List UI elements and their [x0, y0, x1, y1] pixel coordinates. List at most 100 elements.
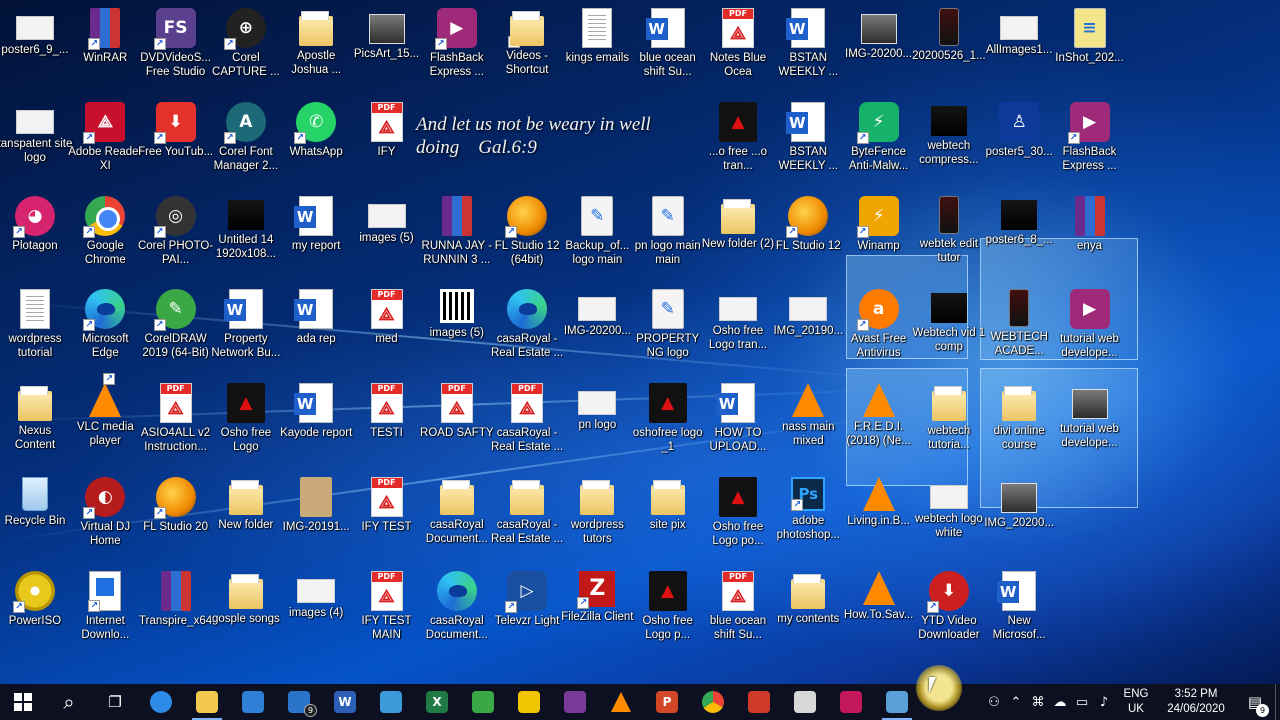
desktop-icon[interactable]: kings emails — [561, 2, 633, 94]
desktop-icon[interactable]: FS ↗ DVDVideoS... Free Studio — [140, 2, 212, 94]
taskbar-powerpoint[interactable]: P — [644, 684, 690, 720]
desktop-icon[interactable]: ▶ tutorial web develope... — [1054, 283, 1126, 375]
desktop-icon[interactable]: IMG_20190... — [772, 283, 844, 375]
desktop-icon[interactable]: wordpress tutors — [561, 471, 633, 563]
desktop-icon[interactable]: Transpire_x64 — [139, 565, 212, 657]
desktop-icon[interactable]: images (5) — [351, 190, 423, 282]
desktop-icon[interactable]: ASIO4ALL v2 Instruction... — [140, 377, 212, 469]
desktop-icon[interactable]: ⚡ ↗ ByteFence Anti-Malw... — [843, 96, 915, 188]
desktop-icon[interactable]: tanspatent site logo — [0, 96, 72, 188]
desktop-icon[interactable]: wordpress tutorial — [0, 283, 71, 375]
desktop-icon[interactable]: ♙ poster5_30... — [983, 96, 1055, 188]
desktop-icon[interactable]: casaRoyal - Real Estate ... — [491, 283, 563, 375]
desktop-icon[interactable]: ✎ ↗ CorelDRAW 2019 (64-Bit) — [140, 283, 212, 375]
desktop-icon[interactable]: Ps ↗ adobe photoshop... — [772, 471, 844, 563]
desktop-icon[interactable]: IFY — [351, 96, 423, 188]
desktop-icon[interactable]: casaRoyal - Real Estate ... — [491, 377, 563, 469]
desktop-icon[interactable]: poster6_9_... — [0, 2, 71, 94]
desktop-icon[interactable]: ▲ ...o free ...o tran... — [702, 96, 774, 188]
desktop-icon[interactable]: ↗ VLC media player — [69, 373, 141, 469]
desktop-icon[interactable]: ROAD SAFTY — [420, 377, 494, 469]
desktop-icon[interactable]: ▲ Osho free Logo — [210, 377, 282, 469]
desktop-icon[interactable]: ✎ PROPERTY NG logo — [632, 283, 704, 375]
desktop-icon[interactable]: nass main mixed — [772, 377, 844, 469]
desktop-icon[interactable]: RUNNA JAY - RUNNIN 3 ... — [421, 190, 493, 282]
desktop-icon[interactable]: Untitled 14 1920x108... — [210, 190, 282, 282]
desktop-icon[interactable]: ⬇ ↗ YTD Video Downloader — [913, 565, 985, 657]
desktop-icon[interactable]: Osho free Logo tran... — [702, 283, 774, 375]
desktop-icon[interactable]: Nexus Content — [0, 377, 71, 469]
taskbar-excel[interactable]: X — [414, 684, 460, 720]
desktop-icon[interactable]: Kayode report — [280, 377, 352, 469]
desktop-icon[interactable]: gosple songs — [210, 565, 282, 657]
desktop-icon[interactable]: casaRoyal Document... — [421, 565, 493, 657]
desktop-icon[interactable]: ▲ Osho free Logo p... — [632, 565, 704, 657]
desktop-icon[interactable]: tutorial web develope... — [1054, 377, 1126, 469]
desktop-icon[interactable]: WEBTECH ACADE... — [983, 283, 1055, 375]
desktop-icon[interactable]: ⬇ ↗ Free YouTub... — [138, 96, 213, 188]
desktop-icon[interactable]: ≡ InShot_202... — [1054, 2, 1126, 94]
desktop-icon[interactable]: ↗ Microsoft Edge — [69, 283, 141, 375]
desktop-icon[interactable]: Recycle Bin — [0, 471, 71, 563]
desktop-icon[interactable]: IMG-20200... — [843, 2, 915, 94]
desktop-icon[interactable]: ⊕ ↗ Corel CAPTURE ... — [210, 2, 282, 94]
taskbar-notepad[interactable] — [874, 684, 920, 720]
taskbar-app[interactable] — [368, 684, 414, 720]
start-button[interactable] — [0, 684, 46, 720]
desktop-icon[interactable]: images (5) — [421, 283, 493, 375]
desktop-icon[interactable]: BSTAN WEEKLY ... — [772, 2, 844, 94]
desktop-icon[interactable]: ↗ FL Studio 12 — [772, 190, 844, 282]
desktop-icon[interactable]: a ↗ Avast Free Antivirus — [843, 283, 915, 375]
desktop-icon[interactable]: ↗ Google Chrome — [69, 190, 141, 282]
desktop-icon[interactable]: ▷ ↗ Televzr Light — [491, 565, 563, 657]
desktop-icon[interactable]: Property Network Bu... — [210, 283, 282, 375]
desktop-icon[interactable]: New Microsof... — [983, 565, 1055, 657]
onedrive-icon[interactable]: ☁ — [1049, 695, 1071, 710]
desktop-icon[interactable]: New folder (2) — [702, 190, 774, 282]
desktop-icon[interactable]: Apostle Joshua ... — [280, 2, 352, 94]
desktop-icon[interactable]: enya — [1054, 190, 1126, 282]
desktop-icon[interactable]: HOW TO UPLOAD... — [702, 377, 774, 469]
action-center-button[interactable]: ▤ 9 — [1235, 693, 1275, 717]
taskbar-word[interactable]: W — [322, 684, 368, 720]
desktop-icon[interactable]: ada rep — [280, 283, 352, 375]
desktop-icon[interactable]: ✆ ↗ WhatsApp — [280, 96, 352, 188]
desktop-icon[interactable]: webtech tutoria... — [913, 377, 985, 469]
desktop-icon[interactable]: poster6_8_... — [983, 190, 1055, 282]
desktop-icon[interactable]: ▶ ↗ FlashBack Express ... — [421, 2, 493, 94]
desktop-icon[interactable]: IMG-20200... — [561, 283, 633, 375]
desktop-icon[interactable]: IMG-20191... — [280, 471, 352, 563]
desktop-icon[interactable]: webtech compress... — [913, 96, 985, 188]
desktop-icon[interactable]: PicsArt_15... — [351, 2, 423, 94]
desktop-icon[interactable]: ✎ Backup_of... logo main — [561, 190, 633, 282]
desktop-icon[interactable]: ▲ Osho free Logo po... — [702, 471, 774, 563]
taskbar-photopaint[interactable] — [736, 684, 782, 720]
desktop-icon[interactable]: pn logo — [561, 377, 633, 469]
desktop-icon[interactable]: ◎ ↗ Corel PHOTO-PAI... — [138, 190, 213, 282]
people-icon[interactable]: ⚇ — [983, 695, 1005, 710]
chevron-up-icon[interactable]: ⌃ — [1005, 695, 1027, 710]
desktop-icon[interactable]: Z ↗ FileZilla Client — [561, 565, 634, 657]
desktop-icon[interactable]: divi online course — [983, 377, 1055, 469]
desktop-icon[interactable]: ↗ PowerISO — [0, 565, 71, 657]
desktop-icon[interactable]: casaRoyal - Real Estate ... — [491, 471, 563, 563]
desktop-icon[interactable]: IFY TEST MAIN — [351, 565, 423, 657]
language-indicator[interactable]: ENG UK — [1119, 687, 1153, 717]
desktop-icon[interactable]: casaRoyal Document... — [421, 471, 493, 563]
task-view-button[interactable]: ❐ — [92, 684, 138, 720]
desktop-icon[interactable]: ⚡ ↗ Winamp — [843, 190, 915, 282]
desktop-icon[interactable]: New folder — [210, 471, 282, 563]
desktop-icon[interactable]: Notes Blue Ocea — [702, 2, 774, 94]
desktop-icon[interactable]: ◐ ↗ Virtual DJ Home — [69, 471, 141, 563]
taskbar-mail[interactable]: 9 — [276, 684, 322, 720]
desktop-icon[interactable]: F.R.E.D.I. (2018) (Ne... — [843, 377, 915, 469]
desktop-icon[interactable]: blue ocean shift Su... — [702, 565, 774, 657]
desktop-icon[interactable]: webtech logo white — [913, 471, 985, 563]
desktop-icon[interactable]: ⟁ ↗ Adobe Reader XI — [68, 96, 142, 188]
desktop-icon[interactable]: ↗ WinRAR — [69, 2, 141, 94]
taskbar-corel-capture[interactable] — [506, 684, 552, 720]
desktop-icon[interactable]: webtek edit tutor — [913, 190, 985, 282]
desktop-icon[interactable]: IMG_20200... — [983, 471, 1055, 563]
desktop-icon[interactable]: my report — [280, 190, 352, 282]
volume-icon[interactable]: ♪ — [1093, 695, 1115, 710]
